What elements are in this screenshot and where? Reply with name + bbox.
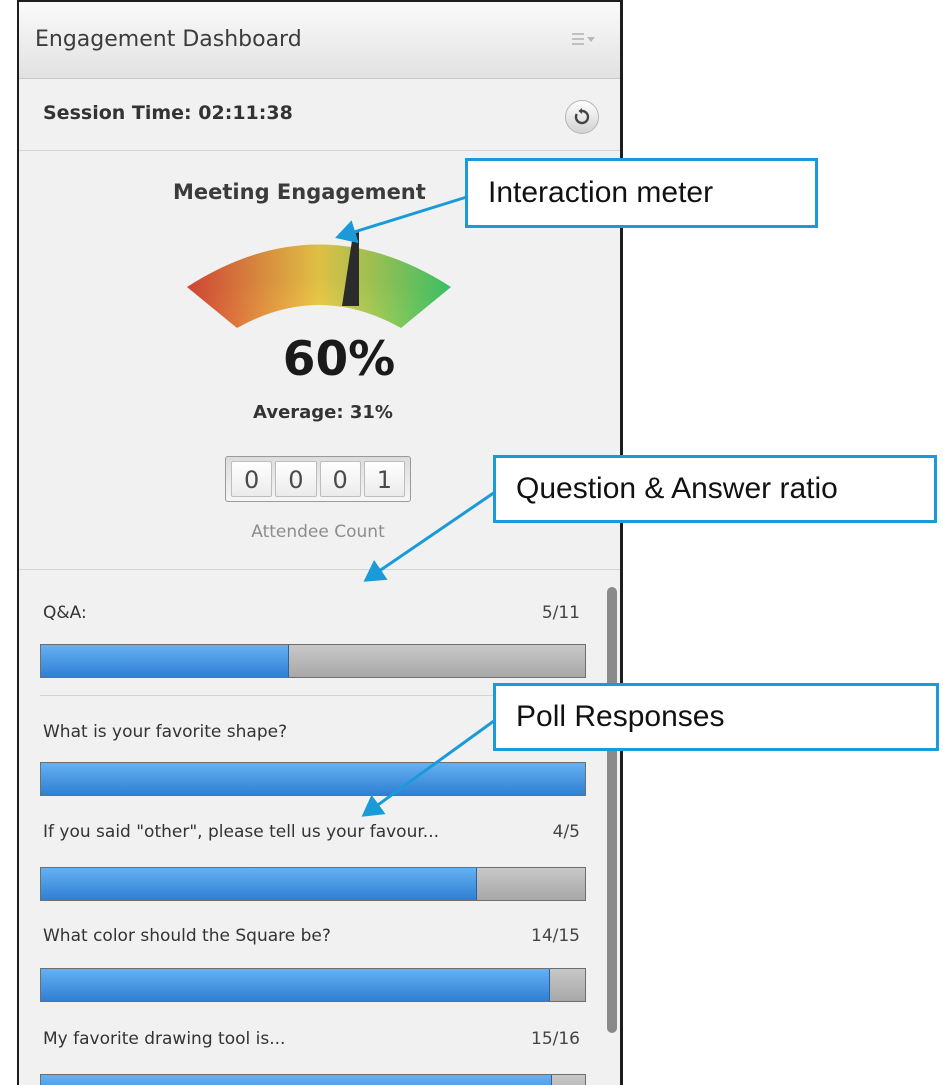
callout-qa-ratio: Question & Answer ratio [493, 455, 937, 523]
callout-interaction-meter: Interaction meter [465, 158, 818, 228]
callout-poll-responses: Poll Responses [493, 683, 939, 751]
interaction-arrow [335, 194, 471, 244]
poll-arrow [361, 716, 499, 817]
qa-arrow [363, 488, 499, 582]
